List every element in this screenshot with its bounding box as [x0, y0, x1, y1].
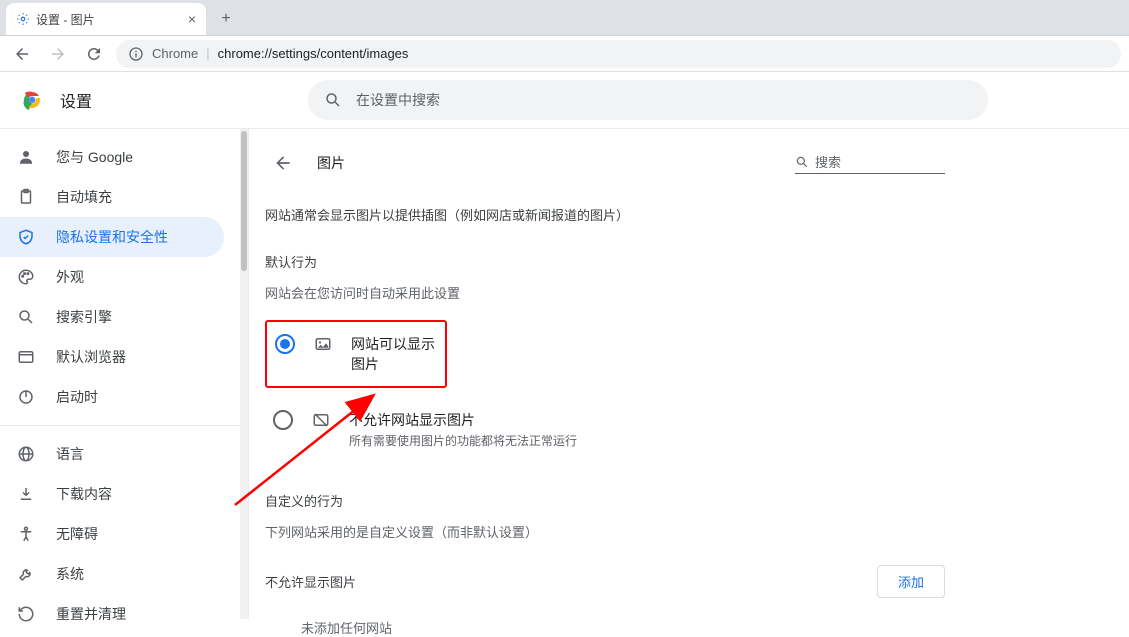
block-section-title: 不允许显示图片 [265, 572, 356, 591]
new-tab-button[interactable]: + [212, 5, 240, 33]
sidebar-item-label: 搜索引擎 [56, 307, 112, 327]
default-behavior-sub: 网站会在您访问时自动采用此设置 [265, 283, 945, 302]
sidebar-item-label: 语言 [56, 444, 84, 464]
back-button[interactable] [8, 40, 36, 68]
sidebar-item-on-startup[interactable]: 启动时 [0, 377, 224, 417]
settings-search[interactable]: 在设置中搜索 [308, 80, 988, 120]
search-icon [324, 91, 342, 109]
content-back-button[interactable] [265, 145, 301, 181]
radio-label: 不允许网站显示图片 [349, 410, 577, 430]
tab-title: 设置 - 图片 [36, 11, 95, 28]
power-icon [16, 387, 36, 407]
sidebar-item-reset[interactable]: 重置并清理 [0, 594, 224, 634]
settings-sidebar: 您与 Google 自动填充 隐私设置和安全性 外观 搜索引擎 默认浏览器 [0, 129, 240, 634]
sidebar-item-appearance[interactable]: 外观 [0, 257, 224, 297]
accessibility-icon [16, 524, 36, 544]
image-icon [313, 334, 333, 354]
content-search[interactable]: 搜索 [795, 152, 945, 174]
image-off-icon [311, 410, 331, 430]
sidebar-item-label: 您与 Google [56, 147, 133, 167]
shield-icon [16, 227, 36, 247]
settings-header: 设置 在设置中搜索 [0, 72, 1129, 128]
browser-icon [16, 347, 36, 367]
radio-sublabel: 所有需要使用图片的功能都将无法正常运行 [349, 432, 577, 449]
content-panel: 图片 搜索 网站通常会显示图片以提供插图（例如网店或新闻报道的图片） 默认行为 … [265, 145, 945, 637]
tab-strip: 设置 - 图片 × + [0, 0, 1129, 36]
address-bar[interactable]: Chrome | chrome://settings/content/image… [116, 40, 1121, 68]
page-title: 设置 [60, 88, 92, 112]
sidebar-item-label: 重置并清理 [56, 604, 126, 624]
content-search-label: 搜索 [815, 152, 841, 171]
clipboard-icon [16, 187, 36, 207]
sidebar-item-label: 隐私设置和安全性 [56, 227, 168, 247]
sidebar-item-label: 启动时 [56, 387, 98, 407]
url-path: chrome://settings/content/images [218, 46, 409, 61]
sidebar-item-autofill[interactable]: 自动填充 [0, 177, 224, 217]
radio-button[interactable] [273, 410, 293, 430]
gear-icon [16, 12, 30, 26]
url-separator: | [206, 46, 209, 61]
restore-icon [16, 604, 36, 624]
scrollbar-thumb[interactable] [241, 131, 247, 271]
globe-icon [16, 444, 36, 464]
reload-button[interactable] [80, 40, 108, 68]
palette-icon [16, 267, 36, 287]
sidebar-item-you-and-google[interactable]: 您与 Google [0, 137, 224, 177]
person-icon [16, 147, 36, 167]
custom-behavior-sub: 下列网站采用的是自定义设置（而非默认设置） [265, 522, 945, 541]
sidebar-item-downloads[interactable]: 下载内容 [0, 474, 224, 514]
close-icon[interactable]: × [188, 11, 196, 27]
sidebar-scrollbar[interactable] [240, 129, 248, 619]
content-title: 图片 [317, 153, 779, 173]
custom-behavior-title: 自定义的行为 [265, 491, 945, 510]
chrome-logo-icon [20, 88, 44, 112]
sidebar-item-label: 系统 [56, 564, 84, 584]
default-behavior-title: 默认行为 [265, 252, 945, 271]
forward-button [44, 40, 72, 68]
download-icon [16, 484, 36, 504]
sidebar-item-label: 外观 [56, 267, 84, 287]
radio-option-block-images[interactable]: 不允许网站显示图片 所有需要使用图片的功能都将无法正常运行 [265, 398, 945, 461]
radio-option-allow-images[interactable]: 网站可以显示图片 [265, 320, 447, 388]
search-icon [16, 307, 36, 327]
sidebar-item-default-browser[interactable]: 默认浏览器 [0, 337, 224, 377]
search-icon [795, 155, 809, 169]
sidebar-item-system[interactable]: 系统 [0, 554, 224, 594]
wrench-icon [16, 564, 36, 584]
sidebar-item-label: 默认浏览器 [56, 347, 126, 367]
radio-button[interactable] [275, 334, 295, 354]
empty-list-text: 未添加任何网站 [265, 598, 945, 637]
sidebar-item-accessibility[interactable]: 无障碍 [0, 514, 224, 554]
browser-tab[interactable]: 设置 - 图片 × [6, 3, 206, 35]
sidebar-divider [0, 425, 240, 426]
site-info-icon[interactable] [128, 46, 144, 62]
sidebar-item-search-engine[interactable]: 搜索引擎 [0, 297, 224, 337]
sidebar-item-label: 自动填充 [56, 187, 112, 207]
url-scheme: Chrome [152, 46, 198, 61]
content-description: 网站通常会显示图片以提供插图（例如网店或新闻报道的图片） [265, 205, 945, 224]
sidebar-item-privacy[interactable]: 隐私设置和安全性 [0, 217, 224, 257]
add-button[interactable]: 添加 [877, 565, 945, 598]
settings-search-placeholder: 在设置中搜索 [356, 90, 440, 110]
radio-label: 网站可以显示图片 [351, 334, 437, 374]
sidebar-item-label: 下载内容 [56, 484, 112, 504]
sidebar-item-label: 无障碍 [56, 524, 98, 544]
browser-toolbar: Chrome | chrome://settings/content/image… [0, 36, 1129, 72]
sidebar-item-languages[interactable]: 语言 [0, 434, 224, 474]
